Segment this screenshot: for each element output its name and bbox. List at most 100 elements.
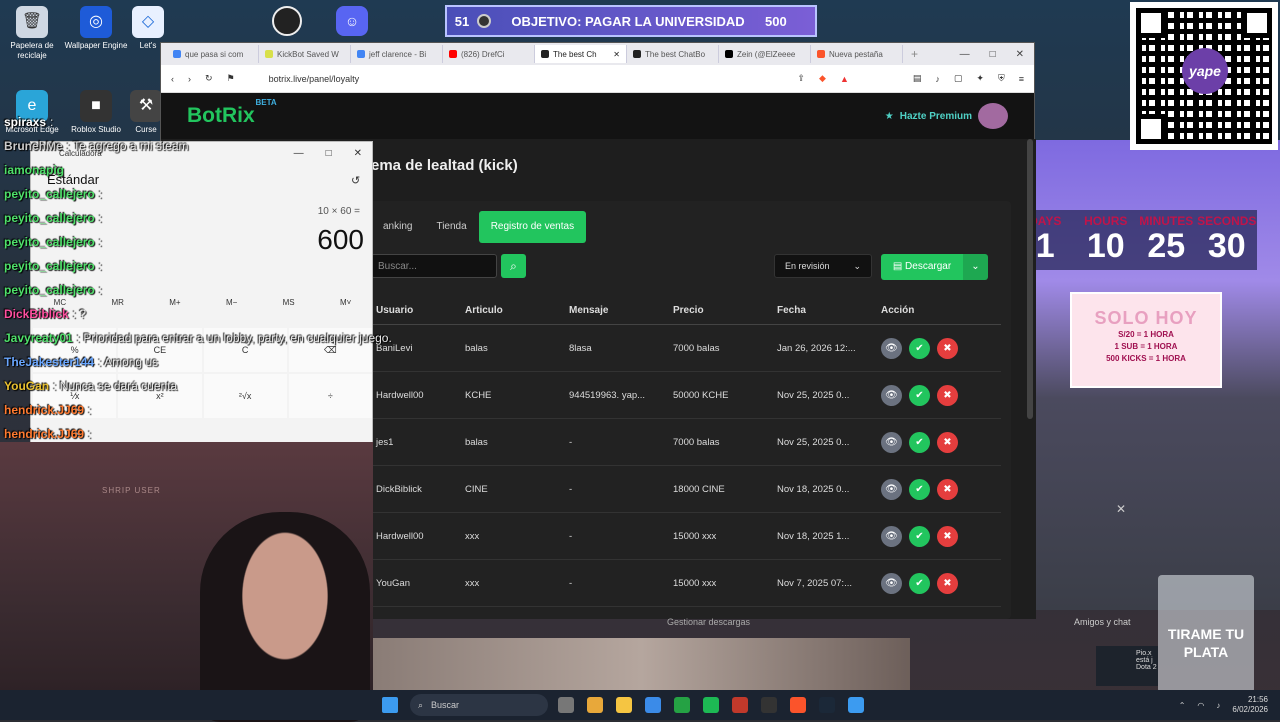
view-icon[interactable]: 👁: [881, 337, 902, 359]
taskbar-app-icon[interactable]: [819, 697, 835, 713]
taskbar-app-icon[interactable]: [645, 697, 661, 713]
desktop-icon-recycle-bin[interactable]: 🗑 Papelera de reciclaje: [0, 6, 64, 61]
view-icon[interactable]: 👁: [881, 525, 902, 547]
extensions-icon[interactable]: ✦: [976, 73, 984, 84]
friend-notification: Pio.x está j Dota 2: [1096, 646, 1158, 686]
maximize-icon[interactable]: □: [990, 49, 996, 60]
yape-logo: yape: [1182, 48, 1228, 94]
reject-icon[interactable]: ✖: [937, 431, 958, 453]
reject-icon[interactable]: ✖: [937, 572, 958, 594]
taskbar-app-icon[interactable]: [790, 697, 806, 713]
chat-message: peyito_callejero:: [4, 230, 464, 254]
url-field[interactable]: botrix.live/panel/loyalty: [269, 74, 784, 84]
chat-message: DickBiblick: ?: [4, 302, 464, 326]
cell-user: Hardwell00: [376, 530, 424, 542]
tip-jar-text: TIRAME TU PLATA: [1167, 626, 1245, 660]
taskbar-app-icon[interactable]: [674, 697, 690, 713]
chevron-up-icon[interactable]: ⌃: [1179, 701, 1186, 710]
reject-icon[interactable]: ✖: [937, 384, 958, 406]
minimize-icon[interactable]: —: [960, 49, 970, 60]
browser-tab[interactable]: que pasa si com: [167, 45, 259, 63]
rewards-icon[interactable]: ▲: [840, 74, 849, 84]
bookmark-icon[interactable]: ⚑: [227, 73, 235, 84]
download-button[interactable]: ▤ Descargar: [881, 254, 963, 280]
sidebar-icon[interactable]: ▤: [913, 73, 922, 84]
cell-item: xxx: [465, 577, 480, 589]
tab-registro-ventas[interactable]: Registro de ventas: [478, 211, 587, 243]
approve-icon[interactable]: ✔: [909, 337, 930, 359]
windows-start-icon[interactable]: [382, 697, 398, 713]
scrollbar[interactable]: [1027, 139, 1033, 419]
brave-shields-icon[interactable]: ◆: [819, 73, 826, 84]
taskbar-app-icon[interactable]: [732, 697, 748, 713]
chat-message: Javyreaty01: Prioridad para entrar a un …: [4, 326, 464, 350]
volume-icon[interactable]: ♪: [1216, 701, 1220, 710]
view-icon[interactable]: 👁: [881, 572, 902, 594]
wallpaper-engine-icon: ◎: [80, 6, 112, 38]
browser-tab[interactable]: (826) DrefCi: [443, 45, 535, 63]
chat-username: spiraxs: [4, 115, 47, 129]
chat-message: hendrick.JJ69:: [4, 398, 464, 422]
menu-icon[interactable]: ≡: [1019, 74, 1024, 84]
reload-icon[interactable]: ↻: [205, 73, 213, 84]
chat-message: peyito_callejero:: [4, 182, 464, 206]
vpn-icon[interactable]: ⛨: [998, 73, 1005, 84]
browser-tab-active[interactable]: The best Ch ✕: [535, 45, 627, 63]
wifi-icon[interactable]: ◠: [1197, 701, 1204, 710]
taskbar-app-icon[interactable]: [703, 697, 719, 713]
cell-user: DickBiblick: [376, 483, 422, 495]
taskbar-app-icon[interactable]: [848, 697, 864, 713]
download-dropdown-button[interactable]: ⌄: [963, 254, 988, 280]
close-tab-icon[interactable]: ✕: [613, 50, 620, 59]
taskbar-app-icon[interactable]: [761, 697, 777, 713]
view-icon[interactable]: 👁: [881, 384, 902, 406]
steam-friends-label[interactable]: Amigos y chat: [1074, 617, 1131, 627]
approve-icon[interactable]: ✔: [909, 572, 930, 594]
chat-username: peyito_callejero: [4, 211, 95, 225]
approve-icon[interactable]: ✔: [909, 525, 930, 547]
reject-icon[interactable]: ✖: [937, 337, 958, 359]
reject-icon[interactable]: ✖: [937, 478, 958, 500]
approve-icon[interactable]: ✔: [909, 431, 930, 453]
taskbar-app-icon[interactable]: [558, 697, 574, 713]
cell-price: 15000 xxx: [673, 577, 717, 589]
reject-icon[interactable]: ✖: [937, 525, 958, 547]
premium-link[interactable]: ★ Hazte Premium: [885, 103, 1008, 129]
clock[interactable]: 21:56 6/02/2026: [1232, 695, 1268, 715]
close-icon[interactable]: ✕: [1116, 502, 1126, 516]
obs-icon[interactable]: [272, 6, 302, 36]
taskbar-app-icon[interactable]: [616, 697, 632, 713]
cell-msg: 944519963. yap...: [569, 389, 646, 401]
chat-text: :: [98, 259, 103, 273]
cell-item: CINE: [465, 483, 488, 495]
taskbar-app-icon[interactable]: [587, 697, 603, 713]
steam-downloads-label[interactable]: Gestionar descargas: [667, 617, 750, 627]
status-filter-select[interactable]: En revisión ⌄: [774, 254, 872, 278]
search-button[interactable]: ⌕: [501, 254, 526, 278]
browser-tab[interactable]: The best ChatBo: [627, 45, 719, 63]
browser-tab[interactable]: Zein (@ElZeeee: [719, 45, 811, 63]
avatar[interactable]: [978, 103, 1008, 129]
view-icon[interactable]: 👁: [881, 478, 902, 500]
cell-price: 15000 xxx: [673, 530, 717, 542]
back-icon[interactable]: ‹: [171, 74, 174, 84]
desktop-icon-wallpaper-engine[interactable]: ◎ Wallpaper Engine: [64, 6, 128, 51]
browser-tab[interactable]: jeff clarence - Bi: [351, 45, 443, 63]
close-icon[interactable]: ✕: [1016, 49, 1024, 60]
discord-icon[interactable]: ☺: [336, 6, 368, 36]
share-icon[interactable]: ⇪: [798, 73, 806, 84]
new-tab-icon[interactable]: +: [903, 47, 918, 61]
reading-icon[interactable]: ♪: [935, 74, 940, 84]
browser-tab[interactable]: Nueva pestaña: [811, 45, 903, 63]
approve-icon[interactable]: ✔: [909, 478, 930, 500]
forward-icon[interactable]: ›: [188, 74, 191, 84]
approve-icon[interactable]: ✔: [909, 384, 930, 406]
view-icon[interactable]: 👁: [881, 431, 902, 453]
wallet-icon[interactable]: ▢: [954, 73, 963, 84]
botrix-icon: [541, 50, 549, 58]
chat-text: :: [50, 115, 54, 129]
cell-msg: -: [569, 436, 573, 448]
taskbar-search[interactable]: ⌕ Buscar: [410, 694, 548, 716]
chat-message: YouGan: Nunca se dará cuenta: [4, 374, 464, 398]
browser-tab[interactable]: KickBot Saved W: [259, 45, 351, 63]
